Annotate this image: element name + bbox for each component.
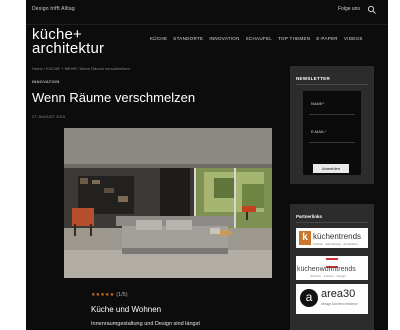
partner-name: küchenwohntrends [297, 266, 356, 273]
follow-link[interactable]: Folge uns [338, 6, 360, 12]
rating-stars-icon: ★★★★★ [91, 292, 115, 298]
site-logo[interactable]: küche+ architektur [32, 27, 105, 57]
section-heading: Küche und Wohnen [91, 305, 162, 314]
name-label: NAME* [311, 101, 325, 106]
email-label: E-MAIL* [311, 129, 326, 134]
newsletter-divider [296, 84, 368, 85]
nav-item-e-paper[interactable]: E-PAPER [316, 36, 338, 41]
rating-count: (1/5) [116, 292, 128, 298]
rating-stars[interactable]: ★★★★★ (1/5) [91, 292, 128, 298]
email-field[interactable] [309, 137, 355, 143]
newsletter-form: NAME* E-MAIL* Anmelden [303, 91, 361, 175]
nav-item-kueche[interactable]: KÜCHE [150, 36, 167, 41]
subscribe-button[interactable]: Anmelden [313, 164, 349, 173]
partner-logo-kuechentrends[interactable]: k küchentrends Küchen · Einrichtung · Ar… [296, 228, 368, 248]
partner-name: küchentrends [313, 232, 362, 241]
a-circle-icon: a [300, 289, 318, 307]
partner-sub: Wohnen · Küchen · Design [310, 274, 346, 278]
nav-item-innovation[interactable]: INNOVATION [209, 36, 239, 41]
nav-item-schaufel[interactable]: SCHAUFEL [246, 36, 272, 41]
logo-line-2: architektur [32, 40, 105, 57]
page-frame: Design trifft Alltag Folge uns küche+ ar… [26, 0, 388, 330]
newsletter-title: NEWSLETTER [296, 76, 330, 81]
partner-sub: design.küchen.residenz [321, 302, 358, 306]
nav-item-standorte[interactable]: STANDORTE [173, 36, 203, 41]
article-excerpt: Innenraumgestaltung und Design sind läng… [91, 321, 200, 327]
category-label[interactable]: INNOVATION [32, 79, 60, 84]
partner-links-widget: Partnerlinks k küchentrends Küchen · Ein… [290, 204, 374, 330]
breadcrumb[interactable]: Home / KÜCHE + MEHR / Wenn Räume verschm… [32, 66, 130, 71]
page-title: Wenn Räume verschmelzen [32, 90, 196, 105]
search-icon[interactable] [366, 3, 378, 15]
hero-image [64, 128, 272, 278]
nav-item-top-themen[interactable]: TOP THEMEN [278, 36, 310, 41]
name-field[interactable] [309, 109, 355, 115]
partner-name: area30 [321, 288, 356, 300]
partner-sub: Küchen · Einrichtung · Architektur [313, 242, 358, 246]
tagline: Design trifft Alltag [32, 6, 75, 12]
newsletter-widget: NEWSLETTER NAME* E-MAIL* Anmelden [290, 66, 374, 184]
partner-divider [296, 222, 368, 223]
top-bar: Design trifft Alltag Folge uns [26, 0, 388, 25]
partner-links-title: Partnerlinks [296, 214, 323, 219]
nav-item-videos[interactable]: VIDEOS [344, 36, 363, 41]
main-nav: KÜCHE STANDORTE INNOVATION SCHAUFEL TOP … [150, 36, 363, 41]
partner-logo-area30[interactable]: a area30 design.küchen.residenz [296, 284, 368, 314]
partner-logo-kuechenwohntrends[interactable]: küchenwohntrends Wohnen · Küchen · Desig… [296, 256, 368, 280]
k-logo-icon: k [299, 231, 311, 245]
publish-date: 27. AUGUST 2019 [32, 114, 66, 119]
